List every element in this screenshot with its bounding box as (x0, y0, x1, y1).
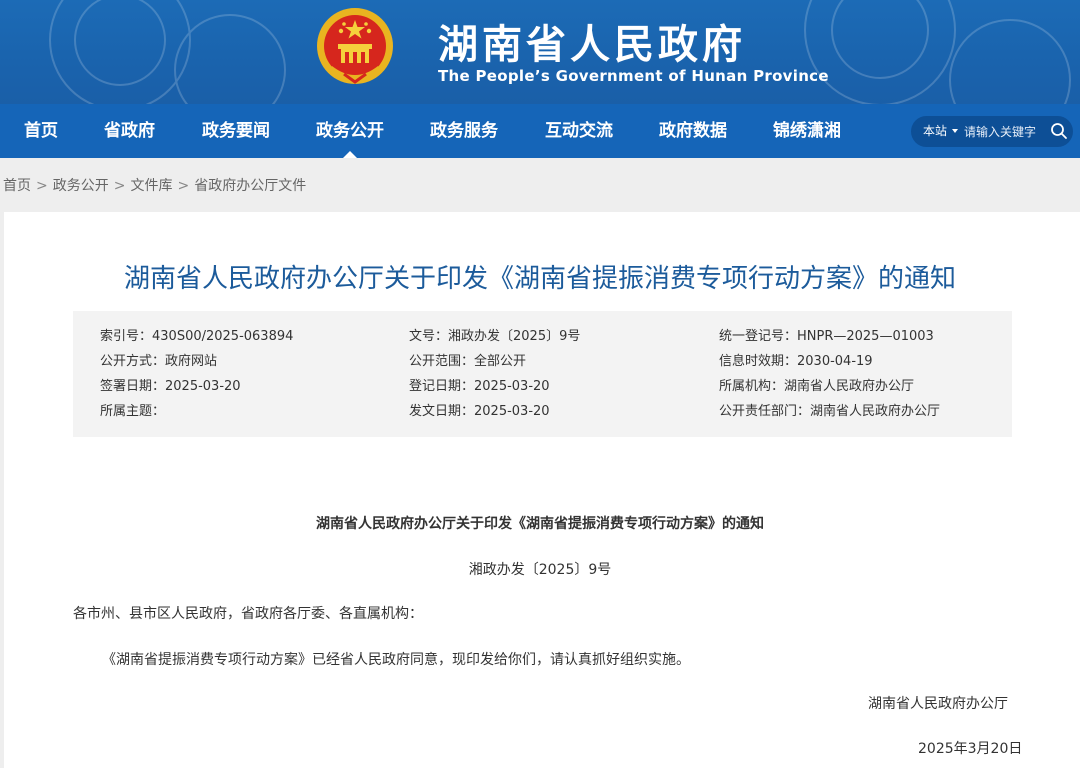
search-scope-select[interactable]: 本站 (923, 116, 947, 147)
document-paragraph: 《湖南省提振消费专项行动方案》已经省人民政府同意，现印发给你们，请认真抓好组织实… (102, 652, 690, 668)
search-icon[interactable] (1050, 122, 1068, 140)
meta-doc-no: 文号：湘政办发〔2025〕9号 (409, 329, 581, 344)
nav-item-provincial-gov[interactable]: 省政府 (104, 104, 155, 158)
meta-org: 所属机构：湖南省人民政府办公厅 (719, 379, 915, 394)
nav-item-home[interactable]: 首页 (24, 104, 58, 158)
site-title: 湖南省人民政府 (438, 22, 746, 68)
document-recipients: 各市州、县市区人民政府，省政府各厅委、各直属机构： (73, 606, 423, 622)
main-area (0, 212, 1080, 768)
meta-publish-method: 公开方式：政府网站 (100, 354, 218, 369)
search-box: 本站 (911, 116, 1073, 147)
document-inner-title: 湖南省人民政府办公厅关于印发《湖南省提振消费专项行动方案》的通知 (316, 516, 764, 532)
document-panel (4, 212, 1080, 768)
nav-item-news[interactable]: 政务要闻 (202, 104, 270, 158)
breadcrumb-home[interactable]: 首页 (3, 178, 31, 194)
national-emblem-icon (317, 8, 393, 84)
meta-expiry: 信息时效期：2030-04-19 (719, 354, 873, 369)
nav-item-gov-data[interactable]: 政府数据 (659, 104, 727, 158)
meta-topic: 所属主题： (100, 404, 166, 419)
chevron-down-icon[interactable] (952, 129, 958, 133)
site-subtitle: The People’s Government of Hunan Provinc… (438, 67, 829, 85)
meta-register-date: 登记日期：2025-03-20 (409, 379, 550, 394)
nav-item-gov-affairs-open[interactable]: 政务公开 (316, 104, 384, 158)
nav-item-interaction[interactable]: 互动交流 (545, 104, 613, 158)
meta-issue-date: 发文日期：2025-03-20 (409, 404, 550, 419)
breadcrumb-separator: > (113, 178, 126, 194)
meta-index-no: 索引号：430S00/2025-063894 (100, 329, 294, 344)
breadcrumb-file-library[interactable]: 文件库 (130, 178, 172, 194)
meta-dept: 公开责任部门：湖南省人民政府办公厅 (719, 404, 941, 419)
breadcrumb-separator: > (177, 178, 190, 194)
meta-publish-scope: 公开范围：全部公开 (409, 354, 527, 369)
document-number: 湘政办发〔2025〕9号 (468, 562, 612, 578)
nav-item-scenery[interactable]: 锦绣潇湘 (773, 104, 841, 158)
document-date: 2025年3月20日 (918, 741, 1023, 757)
document-signature: 湖南省人民政府办公厅 (868, 696, 1008, 712)
breadcrumb-bar: 首页 > 政务公开 > 文件库 > 省政府办公厅文件 (0, 158, 1080, 212)
search-input[interactable] (964, 121, 1048, 142)
breadcrumb: 首页 > 政务公开 > 文件库 > 省政府办公厅文件 (3, 158, 306, 214)
meta-unified-no: 统一登记号：HNPR—2025—01003 (719, 329, 934, 344)
nav-item-services[interactable]: 政务服务 (430, 104, 498, 158)
page-title: 湖南省人民政府办公厅关于印发《湖南省提振消费专项行动方案》的通知 (123, 264, 956, 294)
document-meta-table: 索引号：430S00/2025-063894 文号：湘政办发〔2025〕9号 统… (73, 311, 1012, 437)
meta-sign-date: 签署日期：2025-03-20 (100, 379, 241, 394)
site-header: 湖南省人民政府 The People’s Government of Hunan… (0, 0, 1080, 104)
breadcrumb-current[interactable]: 省政府办公厅文件 (194, 178, 306, 194)
breadcrumb-separator: > (36, 178, 48, 194)
breadcrumb-gov-affairs-open[interactable]: 政务公开 (53, 178, 109, 194)
